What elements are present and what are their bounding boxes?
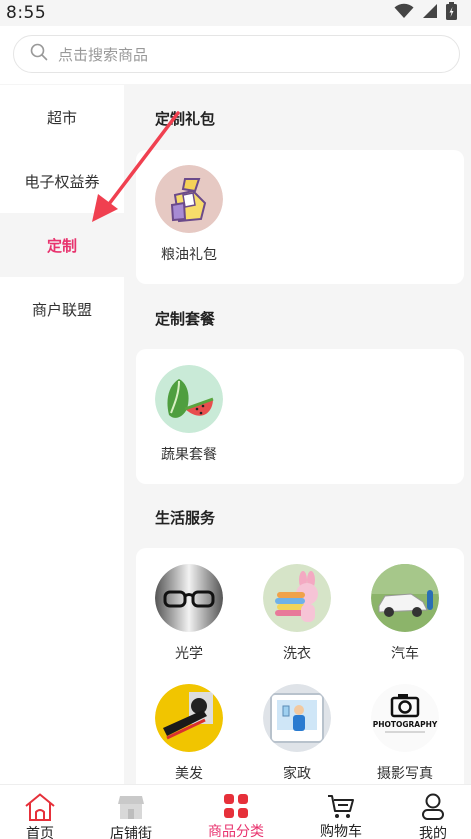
category-item-veg-fruit-package[interactable]: 蔬果套餐 [144,365,234,464]
home-icon [24,793,56,821]
section-title-custom-package: 定制套餐 [155,310,216,328]
sidebar-item-custom[interactable]: 定制 [0,213,124,277]
sidebar-item-merchant-alliance[interactable]: 商户联盟 [0,277,124,341]
category-item-hairdressing[interactable]: 美发 [144,684,234,783]
section-title-custom-gift: 定制礼包 [155,110,216,128]
signal-icon [422,3,438,23]
photography-icon: PHOTOGRAPHY [371,684,439,752]
category-label: 美发 [175,766,203,782]
car-icon [371,564,439,632]
section-card-custom-gift: 粮油礼包 [136,150,464,284]
search-input[interactable]: 点击搜索商品 [13,35,460,73]
laundry-icon [263,564,331,632]
hairdressing-icon [155,684,223,752]
tab-label: 店铺街 [110,826,152,839]
category-item-laundry[interactable]: 洗衣 [252,564,342,663]
status-time: 8:55 [6,3,47,23]
section-card-custom-package: 蔬果套餐 [136,349,464,484]
category-item-photography[interactable]: PHOTOGRAPHY 摄影写真 [360,684,450,783]
category-content: 定制礼包 粮油礼包 定制套餐 蔬果套餐 生活服务 光学 洗衣 汽车 美发 家政 … [124,85,471,785]
tab-label: 我的 [419,826,447,839]
user-icon [421,793,445,821]
category-label: 家政 [283,766,311,782]
wifi-icon [394,3,414,23]
category-label: 摄影写真 [377,766,433,782]
category-item-grain-oil-gift[interactable]: 粮油礼包 [144,165,234,264]
battery-icon [446,2,457,24]
category-label: 粮油礼包 [161,247,217,263]
tab-category[interactable]: 商品分类 [189,785,283,839]
section-title-life-service: 生活服务 [155,509,216,527]
store-icon [117,793,145,821]
category-item-car[interactable]: 汽车 [360,564,450,663]
category-label: 汽车 [391,646,419,662]
category-item-housekeeping[interactable]: 家政 [252,684,342,783]
tab-label: 购物车 [320,824,362,839]
search-icon [30,43,48,65]
search-bar-area: 点击搜索商品 [0,26,471,84]
section-card-life-service: 光学 洗衣 汽车 美发 家政 PHOTOGRAPHY 摄影写真 [136,548,464,785]
vegetable-fruit-icon [155,365,223,433]
category-label: 光学 [175,646,203,662]
status-icons [394,2,457,24]
tab-label: 商品分类 [208,824,264,839]
search-placeholder: 点击搜索商品 [58,45,149,64]
tab-store-street[interactable]: 店铺街 [84,785,178,839]
sidebar-item-supermarket[interactable]: 超市 [0,85,124,149]
tab-mine[interactable]: 我的 [386,785,471,839]
glasses-icon [155,564,223,632]
tab-home[interactable]: 首页 [0,785,87,839]
housekeeping-icon [263,684,331,752]
category-sidebar: 超市 电子权益券 定制 商户联盟 [0,85,124,785]
category-item-optical[interactable]: 光学 [144,564,234,663]
grain-oil-gift-bag-icon [155,165,223,233]
bottom-tab-bar: 首页 店铺街 商品分类 购物车 我的 [0,784,471,839]
app-screen: 8:55 点击搜索商品 超市 电子权益券 定制 商户联盟 定制礼包 粮油礼包 定… [0,0,471,839]
status-bar: 8:55 [0,0,471,26]
svg-text:PHOTOGRAPHY: PHOTOGRAPHY [373,720,438,729]
category-grid-icon [223,793,249,819]
sidebar-item-e-coupons[interactable]: 电子权益券 [0,149,124,213]
category-label: 洗衣 [283,646,311,662]
tab-label: 首页 [26,826,54,839]
cart-icon [327,793,355,819]
category-label: 蔬果套餐 [161,447,217,463]
tab-cart[interactable]: 购物车 [294,785,388,839]
